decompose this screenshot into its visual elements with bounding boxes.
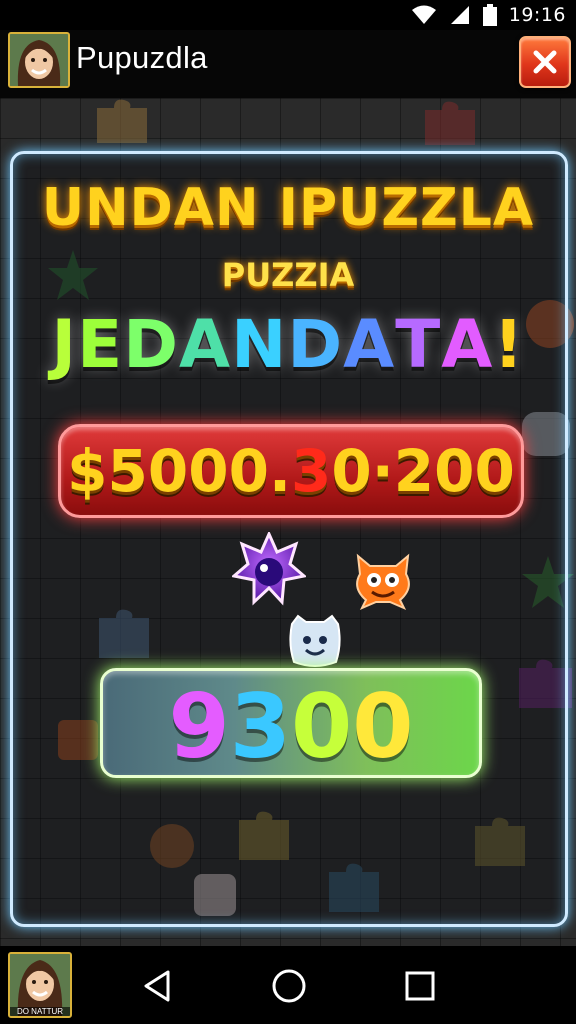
puzzle-piece-icon [425, 101, 475, 145]
promo-title: UNDAN IPUZZLA [41, 178, 535, 238]
promo-letter: T [395, 306, 442, 383]
status-icons: 19:16 [411, 4, 566, 26]
score-value: 9300 [103, 675, 479, 778]
navigation-bar: DO NATTUR [0, 946, 576, 1024]
prize-amount-part: 3 [291, 437, 332, 505]
promo-letter: A [441, 306, 494, 383]
promo-letter: J [51, 306, 78, 383]
purple-star-creature-icon [232, 532, 306, 606]
promo-letter: N [231, 306, 288, 383]
score-digit: 0 [352, 675, 414, 778]
back-triangle-icon[interactable] [140, 968, 176, 1004]
avatar-portrait-icon [10, 34, 68, 86]
score-digit: 0 [291, 675, 353, 778]
prize-amount-part: 0·200 [331, 437, 515, 505]
signal-icon [450, 6, 469, 24]
prize-amount-part: $5000. [67, 437, 291, 505]
promo-letter: D [287, 306, 344, 383]
app-header: Pupuzdla [0, 30, 576, 98]
promo-letter: A [343, 306, 396, 383]
wifi-icon [411, 5, 436, 24]
promo-letter: ! [493, 306, 525, 383]
profile-avatar[interactable]: DO NATTUR [8, 952, 72, 1018]
prize-amount-banner: $5000.30·200 [58, 424, 524, 518]
score-banner: 9300 [100, 668, 482, 778]
status-time: 19:16 [508, 4, 566, 26]
home-circle-icon[interactable] [271, 968, 307, 1004]
blue-ghost-creature-icon [289, 614, 341, 667]
promo-subtitle: PUZZIA [221, 256, 355, 294]
status-bar: 19:16 [0, 0, 576, 30]
app-title: Pupuzdla [76, 40, 208, 75]
score-digit: 9 [168, 675, 230, 778]
avatar[interactable] [8, 32, 70, 88]
battery-icon [482, 4, 497, 26]
orange-monster-icon [356, 553, 410, 610]
puzzle-piece-icon [97, 99, 147, 143]
close-icon [533, 50, 557, 74]
promo-letter: E [77, 306, 124, 383]
score-digit: 3 [229, 675, 291, 778]
promo-letter: D [123, 306, 179, 383]
profile-caption: DO NATTUR [10, 1007, 70, 1016]
prize-amount: $5000.30·200 [61, 437, 521, 505]
recents-square-icon[interactable] [402, 968, 438, 1004]
close-button[interactable] [519, 36, 571, 88]
promo-rainbow-title: JEDANDATA! [0, 306, 576, 383]
promo-letter: A [178, 306, 232, 383]
